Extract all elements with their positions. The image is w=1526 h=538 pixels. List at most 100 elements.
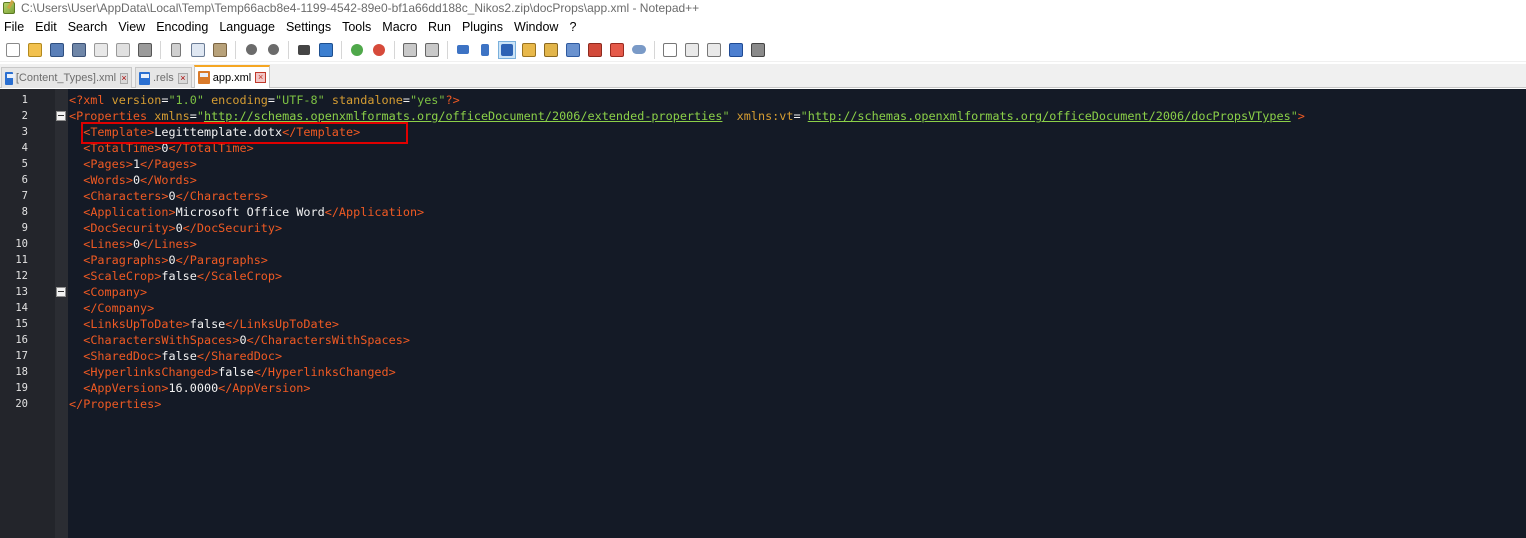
code-line: 10 <Lines>0</Lines> — [15, 236, 1526, 252]
tab-app-xml[interactable]: app.xml × — [194, 65, 270, 88]
menu-edit[interactable]: Edit — [30, 18, 63, 37]
tab-content-types[interactable]: [Content_Types].xml × — [1, 67, 132, 88]
tab-label: [Content_Types].xml — [15, 72, 117, 84]
toolbar-separator — [341, 40, 342, 59]
line-text: <Pages>1</Pages> — [83, 157, 197, 171]
undo-icon[interactable] — [242, 41, 260, 59]
toolbar-separator — [654, 40, 655, 59]
line-number: 4 — [21, 142, 28, 154]
line-text: <Application>Microsoft Office Word</Appl… — [83, 205, 425, 219]
copy-icon[interactable] — [189, 41, 207, 59]
tab-label: .rels — [152, 72, 174, 84]
code-line: 18 <HyperlinksChanged>false</HyperlinksC… — [15, 364, 1526, 380]
tab-rels[interactable]: .rels × — [135, 67, 192, 88]
print-icon[interactable] — [136, 41, 154, 59]
notepad-plus-plus-icon — [3, 2, 15, 14]
save-all-icon[interactable] — [70, 41, 88, 59]
save-macro-icon[interactable] — [749, 41, 767, 59]
monitoring-icon[interactable] — [630, 41, 648, 59]
open-file-icon[interactable] — [26, 41, 44, 59]
menu-help[interactable]: ? — [564, 18, 582, 37]
code-line: 3 <Template>Legittemplate.dotx</Template… — [22, 124, 1526, 140]
fold-margin — [55, 89, 68, 538]
zoom-out-icon[interactable] — [370, 41, 388, 59]
menu-settings[interactable]: Settings — [281, 18, 337, 37]
toolbar — [0, 38, 1526, 62]
stop-macro-icon[interactable] — [683, 41, 701, 59]
menu-search[interactable]: Search — [63, 18, 114, 37]
toolbar-separator — [160, 40, 161, 59]
indent-guide-icon[interactable] — [498, 40, 516, 59]
document-map-icon[interactable] — [542, 41, 560, 59]
menu-plugins[interactable]: Plugins — [457, 18, 509, 37]
menu-view[interactable]: View — [113, 18, 151, 37]
tab-close-icon[interactable]: × — [177, 72, 188, 84]
show-all-chars-icon[interactable] — [476, 41, 494, 59]
menu-file[interactable]: File — [0, 18, 30, 37]
toolbar-separator — [288, 40, 289, 59]
code-line: 1 <?xml version="1.0" encoding="UTF-8" s… — [22, 92, 1526, 108]
sync-vertical-icon[interactable] — [401, 41, 419, 59]
fold-toggle-icon[interactable] — [56, 111, 66, 121]
menu-macro[interactable]: Macro — [377, 18, 423, 37]
hyperlink[interactable]: http://schemas.openxmlformats.org/office… — [808, 109, 1291, 123]
close-icon[interactable] — [92, 41, 110, 59]
fold-toggle-icon[interactable] — [56, 287, 66, 297]
line-number: 16 — [15, 334, 28, 346]
code-line: 4 <TotalTime>0</TotalTime> — [22, 140, 1526, 156]
new-file-icon[interactable] — [4, 41, 22, 59]
tab-close-icon[interactable]: × — [120, 72, 128, 84]
redo-icon[interactable] — [264, 41, 282, 59]
document-list-icon[interactable] — [564, 41, 582, 59]
tab-close-icon[interactable]: × — [255, 72, 266, 83]
saved-file-icon — [5, 71, 15, 85]
line-text: <Properties xmlns="http://schemas.openxm… — [69, 109, 1305, 123]
zoom-in-icon[interactable] — [348, 41, 366, 59]
record-macro-icon[interactable] — [661, 41, 679, 59]
line-number: 1 — [21, 94, 28, 106]
line-text: <CharactersWithSpaces>0</CharactersWithS… — [83, 333, 410, 347]
close-all-icon[interactable] — [114, 41, 132, 59]
hyperlink[interactable]: http://schemas.openxmlformats.org/office… — [204, 109, 722, 123]
code-line: 8 <Application>Microsoft Office Word</Ap… — [22, 204, 1526, 220]
line-text: <HyperlinksChanged>false</HyperlinksChan… — [83, 365, 396, 379]
replace-icon[interactable] — [317, 41, 335, 59]
save-icon[interactable] — [48, 41, 66, 59]
sync-horizontal-icon[interactable] — [423, 41, 441, 59]
code-line: 15 <LinksUpToDate>false</LinksUpToDate> — [15, 316, 1526, 332]
cut-icon[interactable] — [167, 41, 185, 59]
run-macro-multiple-icon[interactable] — [727, 41, 745, 59]
line-number: 12 — [15, 270, 28, 282]
paste-icon[interactable] — [211, 41, 229, 59]
code-line: 9 <DocSecurity>0</DocSecurity> — [22, 220, 1526, 236]
tab-bar: [Content_Types].xml × .rels × app.xml × — [0, 64, 1526, 88]
line-text: </Properties> — [69, 397, 162, 411]
window-title: C:\Users\User\AppData\Local\Temp\Temp66a… — [21, 1, 700, 15]
code-line: 2 <Properties xmlns="http://schemas.open… — [22, 108, 1526, 124]
function-list-icon[interactable] — [586, 41, 604, 59]
line-number: 17 — [15, 350, 28, 362]
play-macro-icon[interactable] — [705, 41, 723, 59]
menu-encoding[interactable]: Encoding — [151, 18, 214, 37]
line-text: <AppVersion>16.0000</AppVersion> — [83, 381, 311, 395]
folder-as-workspace-icon[interactable] — [608, 41, 626, 59]
menu-tools[interactable]: Tools — [337, 18, 377, 37]
find-icon[interactable] — [295, 41, 313, 59]
line-text: <SharedDoc>false</SharedDoc> — [83, 349, 283, 363]
line-text: <Paragraphs>0</Paragraphs> — [83, 253, 268, 267]
toolbar-separator — [394, 40, 395, 59]
code-line: 20 </Properties> — [15, 396, 1526, 412]
word-wrap-icon[interactable] — [454, 41, 472, 59]
menu-window[interactable]: Window — [509, 18, 564, 37]
line-text: <Characters>0</Characters> — [83, 189, 268, 203]
menu-language[interactable]: Language — [214, 18, 281, 37]
menu-run[interactable]: Run — [423, 18, 457, 37]
title-bar: C:\Users\User\AppData\Local\Temp\Temp66a… — [0, 0, 1526, 16]
editor[interactable]: 1 <?xml version="1.0" encoding="UTF-8" s… — [0, 89, 1526, 538]
line-text: <Template>Legittemplate.dotx</Template> — [83, 125, 361, 139]
line-text: </Company> — [83, 301, 155, 315]
line-text: <ScaleCrop>false</ScaleCrop> — [83, 269, 283, 283]
user-language-icon[interactable] — [520, 41, 538, 59]
line-text: <TotalTime>0</TotalTime> — [83, 141, 254, 155]
line-number: 13 — [15, 286, 28, 298]
